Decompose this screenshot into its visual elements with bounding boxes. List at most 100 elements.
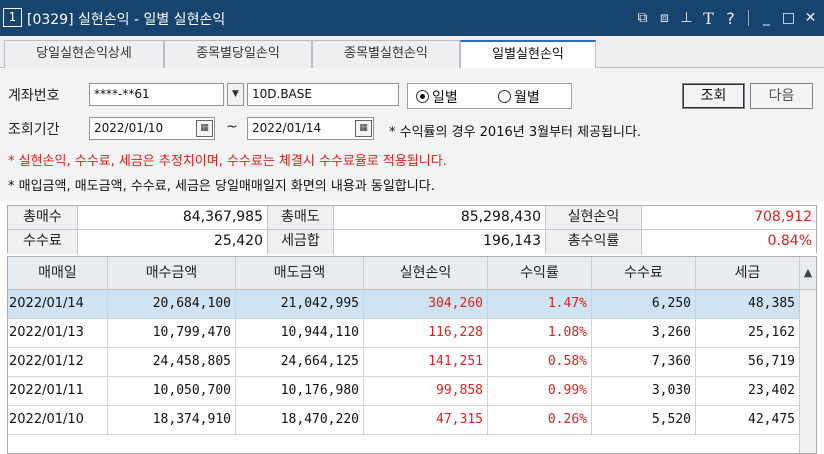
tax-total-label: 세금합: [268, 230, 334, 254]
table-row[interactable]: 2022/01/10 18,374,910 18,470,220 47,315 …: [8, 406, 800, 435]
total-sell-value: 85,298,430: [334, 206, 546, 230]
total-return-label: 총수익률: [546, 230, 642, 254]
account-name-field: 10D.BASE: [247, 83, 399, 106]
cell-commission: 6,250: [592, 290, 696, 318]
query-button[interactable]: 조회: [682, 83, 745, 109]
vertical-scrollbar[interactable]: ▲: [799, 257, 816, 453]
col-trade-date[interactable]: 매매일: [8, 257, 108, 290]
data-source-note: * 매입금액, 매도금액, 수수료, 세금은 당일매매일지 화면의 내용과 동일…: [8, 179, 435, 194]
col-commission[interactable]: 수수료: [592, 257, 696, 290]
col-realized-pnl[interactable]: 실현손익: [364, 257, 488, 290]
duplicate-window-icon[interactable]: ⧈: [655, 8, 674, 28]
calendar-icon[interactable]: ▦: [355, 120, 372, 137]
cell-trade-date: 2022/01/11: [8, 377, 108, 405]
cell-realized-pnl: 99,858: [364, 377, 488, 405]
end-date-value: 2022/01/14: [252, 121, 322, 135]
tab-daily-realized-pnl[interactable]: 일별실현손익: [460, 40, 596, 69]
total-sell-label: 총매도: [268, 206, 334, 230]
table-row[interactable]: 2022/01/14 20,684,100 21,042,995 304,260…: [8, 290, 800, 319]
cell-tax: 42,475: [696, 406, 800, 434]
cell-return-rate: 0.99%: [488, 377, 592, 405]
tab-bar: 당일실현손익상세 종목별당일손익 종목별실현손익 일별실현손익: [0, 36, 824, 69]
period-radio-group: 일별 월별: [407, 83, 572, 109]
start-date-value: 2022/01/10: [94, 121, 164, 135]
cell-tax: 25,162: [696, 319, 800, 347]
cell-commission: 5,520: [592, 406, 696, 434]
cell-sell-amount: 24,664,125: [236, 348, 364, 376]
radio-monthly-label: 월별: [514, 90, 540, 106]
scroll-up-icon[interactable]: ▲: [800, 257, 816, 290]
realized-pnl-label: 실현손익: [546, 206, 642, 230]
pin-icon[interactable]: ⊥: [677, 8, 696, 28]
calendar-icon[interactable]: ▦: [196, 120, 213, 137]
query-form: 계좌번호 ****-**61 ▼ 10D.BASE 일별 월별 조회 다음 조회…: [0, 68, 824, 201]
window-restore-icon[interactable]: ⧉: [633, 8, 652, 28]
total-return-value: 0.84%: [642, 230, 816, 254]
cell-return-rate: 1.08%: [488, 319, 592, 347]
minimize-icon[interactable]: _: [757, 8, 776, 28]
table-header: 매매일 매수금액 매도금액 실현손익 수익률 수수료 세금: [8, 257, 800, 290]
daily-pnl-table: 매매일 매수금액 매도금액 실현손익 수익률 수수료 세금 2022/01/14…: [7, 256, 817, 454]
cell-tax: 23,402: [696, 377, 800, 405]
window-controls: ⧉ ⧈ ⊥ T ? _ □ ✕: [633, 7, 820, 29]
date-range-label: 조회기간: [8, 122, 60, 138]
radio-daily-label: 일별: [432, 90, 458, 106]
col-return-rate[interactable]: 수익률: [488, 257, 592, 290]
tab-daily-realized-detail[interactable]: 당일실현손익상세: [4, 40, 164, 68]
cell-trade-date: 2022/01/10: [8, 406, 108, 434]
cell-trade-date: 2022/01/14: [8, 290, 108, 318]
commission-value: 25,420: [78, 230, 268, 254]
table-row[interactable]: 2022/01/12 24,458,805 24,664,125 141,251…: [8, 348, 800, 377]
realized-pnl-value: 708,912: [642, 206, 816, 230]
cell-trade-date: 2022/01/13: [8, 319, 108, 347]
maximize-icon[interactable]: □: [779, 8, 798, 28]
title-bar: 1 [0329] 실현손익 - 일별 실현손익 ⧉ ⧈ ⊥ T ? _ □ ✕: [0, 0, 824, 36]
cell-buy-amount: 10,050,700: [108, 377, 236, 405]
cell-sell-amount: 18,470,220: [236, 406, 364, 434]
radio-daily[interactable]: 일별: [416, 87, 458, 107]
cell-tax: 56,719: [696, 348, 800, 376]
radio-unselected-icon: [498, 90, 511, 103]
col-tax[interactable]: 세금: [696, 257, 800, 290]
table-row[interactable]: 2022/01/13 10,799,470 10,944,110 116,228…: [8, 319, 800, 348]
cell-realized-pnl: 304,260: [364, 290, 488, 318]
window-title: [0329] 실현손익 - 일별 실현손익: [27, 12, 226, 28]
account-dropdown-icon[interactable]: ▼: [227, 83, 244, 106]
cell-sell-amount: 10,944,110: [236, 319, 364, 347]
cell-tax: 48,385: [696, 290, 800, 318]
summary-panel: 총매수 84,367,985 총매도 85,298,430 실현손익 708,9…: [7, 205, 817, 254]
radio-monthly[interactable]: 월별: [498, 87, 540, 107]
cell-return-rate: 0.26%: [488, 406, 592, 434]
cell-return-rate: 0.58%: [488, 348, 592, 376]
cell-trade-date: 2022/01/12: [8, 348, 108, 376]
return-rate-note: * 수익률의 경우 2016년 3월부터 제공됩니다.: [389, 125, 642, 140]
account-label: 계좌번호: [8, 88, 60, 104]
cell-realized-pnl: 141,251: [364, 348, 488, 376]
next-button[interactable]: 다음: [750, 83, 813, 109]
total-buy-value: 84,367,985: [78, 206, 268, 230]
tab-stock-realized-pnl[interactable]: 종목별실현손익: [312, 40, 460, 68]
start-date-field[interactable]: 2022/01/10 ▦: [89, 117, 215, 140]
radio-selected-icon: [416, 90, 429, 103]
cell-realized-pnl: 116,228: [364, 319, 488, 347]
close-icon[interactable]: ✕: [801, 8, 820, 28]
account-number-field[interactable]: ****-**61: [89, 83, 224, 106]
cell-commission: 3,030: [592, 377, 696, 405]
end-date-field[interactable]: 2022/01/14 ▦: [247, 117, 374, 140]
tab-stock-daily-pnl[interactable]: 종목별당일손익: [164, 40, 312, 68]
font-size-icon[interactable]: T: [699, 8, 718, 28]
total-buy-label: 총매수: [8, 206, 78, 230]
window-number-badge: 1: [3, 8, 22, 27]
commission-label: 수수료: [8, 230, 78, 254]
cell-buy-amount: 24,458,805: [108, 348, 236, 376]
title-separator: [748, 10, 749, 26]
cell-buy-amount: 20,684,100: [108, 290, 236, 318]
cell-realized-pnl: 47,315: [364, 406, 488, 434]
cell-sell-amount: 10,176,980: [236, 377, 364, 405]
tax-total-value: 196,143: [334, 230, 546, 254]
cell-buy-amount: 10,799,470: [108, 319, 236, 347]
col-sell-amount[interactable]: 매도금액: [236, 257, 364, 290]
table-row[interactable]: 2022/01/11 10,050,700 10,176,980 99,858 …: [8, 377, 800, 406]
help-icon[interactable]: ?: [721, 8, 740, 28]
col-buy-amount[interactable]: 매수금액: [108, 257, 236, 290]
